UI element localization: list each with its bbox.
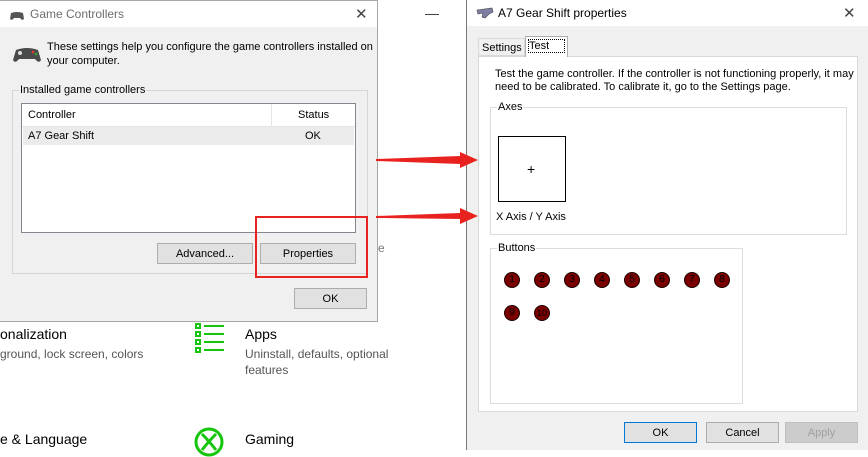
apps-desc-line2: features (245, 363, 289, 377)
button-indicator-6: 6 (654, 272, 670, 288)
column-divider (271, 104, 272, 126)
axis-caption: X Axis / Y Axis (496, 211, 566, 223)
controller-status-cell: OK (305, 130, 321, 142)
annotation-arrows (376, 152, 478, 224)
gaming-title[interactable]: Gaming (245, 431, 294, 447)
button-indicator-8: 8 (714, 272, 730, 288)
tab-settings[interactable]: Settings (478, 38, 525, 56)
installed-controllers-label: Installed game controllers (19, 84, 147, 96)
list-header: Controller Status (22, 104, 355, 127)
buttons-label: Buttons (497, 242, 537, 254)
tab-settings-label: Settings (482, 42, 522, 54)
button-indicator-5: 5 (624, 272, 640, 288)
button-indicator-7: 7 (684, 272, 700, 288)
props-cancel-button[interactable]: Cancel (706, 422, 779, 443)
annotation-highlight-box (255, 216, 368, 278)
minimize-button[interactable]: — (425, 5, 439, 21)
button-indicator-9: 9 (504, 305, 520, 321)
apps-title[interactable]: Apps (245, 326, 277, 342)
button-indicator-4: 4 (594, 272, 610, 288)
personalization-title[interactable]: onalization (0, 326, 67, 342)
gc-close-button[interactable]: ✕ (355, 5, 368, 23)
props-title-bar[interactable]: A7 Gear Shift properties ✕ (467, 0, 868, 26)
arrow-to-axes-icon (376, 152, 478, 168)
crosshair-icon: + (527, 161, 536, 177)
arrow-to-axis-caption-icon (376, 208, 478, 224)
controller-name-cell: A7 Gear Shift (28, 130, 95, 142)
gc-title-bar[interactable]: Game Controllers ✕ (0, 1, 377, 27)
apps-list-icon (194, 322, 226, 354)
tab-focus-ring (528, 39, 565, 53)
advanced-button[interactable]: Advanced... (157, 243, 253, 264)
xbox-icon (194, 427, 224, 457)
button-indicator-2: 2 (534, 272, 550, 288)
column-header-controller[interactable]: Controller (28, 109, 76, 121)
gc-intro-line2: your computer. (47, 55, 120, 67)
button-indicator-3: 3 (564, 272, 580, 288)
column-header-status[interactable]: Status (298, 109, 329, 121)
props-ok-button[interactable]: OK (624, 422, 697, 443)
gamepad-icon (9, 10, 25, 24)
test-tab-page: Test the game controller. If the control… (478, 56, 858, 412)
stray-text-fragment: e (378, 241, 385, 255)
apps-desc-line1: Uninstall, defaults, optional (245, 347, 389, 361)
test-description-line2: need to be calibrated. To calibrate it, … (495, 81, 791, 93)
button-indicator-10: 10 (534, 305, 550, 321)
buttons-group (490, 248, 743, 404)
controller-icon (12, 45, 42, 68)
xy-axis-display: + (498, 136, 566, 202)
gear-shift-icon (476, 7, 494, 22)
properties-window: A7 Gear Shift properties ✕ Settings Test… (466, 0, 868, 450)
tab-test[interactable]: Test (525, 36, 568, 57)
gc-intro-line1: These settings help you configure the ga… (47, 41, 373, 53)
props-apply-button[interactable]: Apply (785, 422, 858, 443)
time-language-title[interactable]: e & Language (0, 431, 87, 447)
gc-ok-button[interactable]: OK (294, 288, 367, 309)
test-description-line1: Test the game controller. If the control… (495, 68, 854, 80)
controllers-listview[interactable]: Controller Status A7 Gear Shift OK (21, 103, 356, 233)
gc-window-title: Game Controllers (30, 7, 125, 21)
personalization-desc: ground, lock screen, colors (0, 347, 144, 361)
axes-label: Axes (497, 101, 524, 113)
table-row[interactable]: A7 Gear Shift OK (23, 127, 354, 145)
props-window-title: A7 Gear Shift properties (498, 6, 627, 20)
props-close-button[interactable]: ✕ (843, 4, 856, 22)
button-indicator-1: 1 (504, 272, 520, 288)
